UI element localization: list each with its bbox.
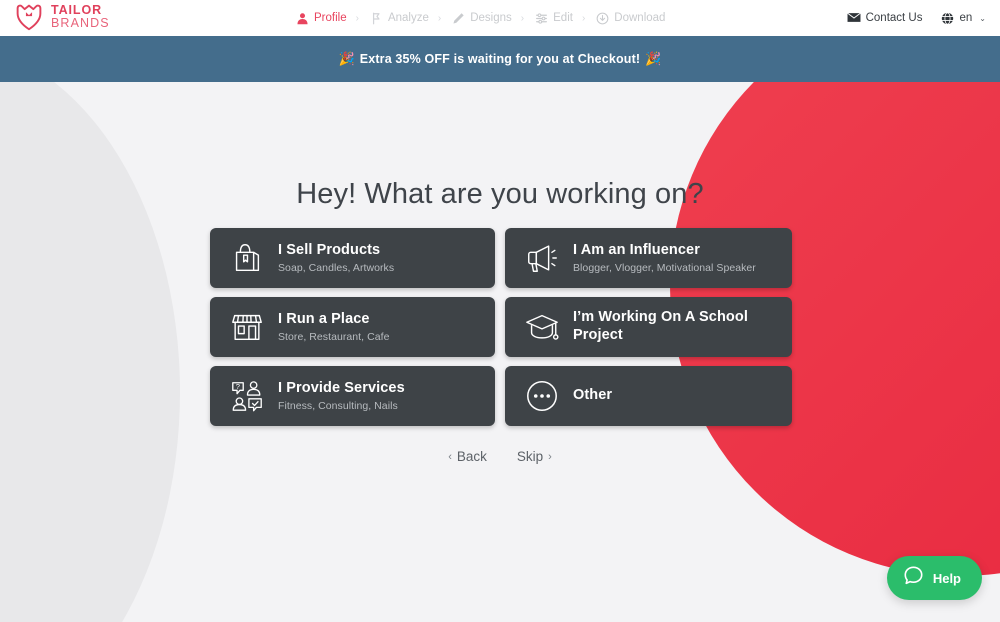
nav-item-profile[interactable]: Profile: [296, 12, 347, 25]
skip-label: Skip: [516, 449, 544, 464]
card-title: I Am an Influencer: [573, 242, 700, 259]
chevron-right-icon: ›: [548, 450, 552, 463]
card-subtitle: Fitness, Consulting, Nails: [278, 399, 398, 412]
category-card-other[interactable]: Other: [505, 366, 792, 426]
party-popper-icon-left: 🎉: [338, 51, 355, 66]
shopping-bag-icon: [226, 237, 268, 279]
page-title: Hey! What are you working on?: [296, 178, 704, 210]
nav-label-edit: Edit: [553, 12, 573, 24]
globe-icon: [941, 11, 954, 25]
card-title: I’m Working On A School Project: [573, 309, 748, 343]
onboarding-content: Hey! What are you working on? I Sell Pro…: [0, 82, 1000, 622]
promo-banner[interactable]: 🎉 Extra 35% OFF is waiting for you at Ch…: [0, 36, 1000, 82]
nav-item-edit[interactable]: Edit: [535, 12, 573, 25]
party-popper-icon-right: 🎉: [645, 51, 662, 66]
back-label: Back: [456, 449, 487, 464]
card-title: I Run a Place: [278, 311, 370, 328]
category-card-school-project[interactable]: I’m Working On A School Project: [505, 297, 792, 357]
language-label: en: [959, 12, 973, 24]
chevron-left-icon: ‹: [448, 450, 452, 463]
ellipsis-circle-icon: [521, 375, 563, 417]
nav-item-analyze[interactable]: Analyze: [370, 12, 429, 25]
category-card-influencer[interactable]: I Am an Influencer Blogger, Vlogger, Mot…: [505, 228, 792, 288]
category-card-provide-services[interactable]: ? I Provide Services Fitness, Consulting…: [210, 366, 495, 426]
skip-button[interactable]: Skip ›: [517, 449, 552, 464]
nav-label-profile: Profile: [314, 12, 347, 24]
flag-icon: [370, 12, 383, 25]
envelope-icon: [846, 12, 861, 25]
sliders-icon: [535, 12, 548, 25]
graduation-cap-icon: [521, 306, 563, 348]
storefront-icon: [226, 306, 268, 348]
megaphone-icon: [521, 237, 563, 279]
download-icon: [596, 12, 609, 25]
card-subtitle: Store, Restaurant, Cafe: [278, 330, 390, 343]
nav-label-analyze: Analyze: [387, 12, 429, 24]
nav-label-designs: Designs: [470, 12, 512, 24]
brand-line-2: BRANDS: [51, 16, 110, 30]
nav-separator: ›: [437, 12, 442, 24]
nav-separator: ›: [520, 12, 525, 24]
chevron-down-icon: ⌄: [979, 13, 986, 23]
top-navigation-bar: TAILOR BRANDS Profile › Analyze › Design…: [0, 0, 1000, 36]
nav-label-download: Download: [614, 12, 666, 24]
help-label: Help: [932, 570, 961, 586]
nav-separator: ›: [581, 12, 586, 24]
promo-banner-text: Extra 35% OFF is waiting for you at Chec…: [359, 52, 641, 66]
card-text-block: I Provide Services Fitness, Consulting, …: [278, 380, 405, 412]
nav-item-download[interactable]: Download: [596, 12, 665, 25]
card-text-block: Other: [573, 387, 612, 405]
card-text-block: I Sell Products Soap, Candles, Artworks: [278, 242, 394, 274]
contact-us-link[interactable]: Contact Us: [846, 12, 923, 25]
nav-item-designs[interactable]: Designs: [452, 12, 512, 25]
help-button[interactable]: Help: [886, 556, 982, 600]
contact-us-label: Contact Us: [865, 12, 923, 24]
content-stage: Hey! What are you working on? I Sell Pro…: [0, 82, 1000, 622]
chat-bubble-icon: [903, 565, 924, 591]
wizard-pagination: ‹ Back Skip ›: [0, 449, 1000, 464]
category-card-grid: I Sell Products Soap, Candles, Artworks: [210, 228, 792, 426]
category-card-run-a-place[interactable]: I Run a Place Store, Restaurant, Cafe: [210, 297, 495, 357]
language-selector[interactable]: en ⌄: [941, 11, 986, 25]
card-text-block: I’m Working On A School Project: [573, 309, 782, 344]
svg-text:?: ?: [236, 382, 240, 391]
tailor-brands-crown-heart-logo-icon: [14, 3, 44, 31]
card-subtitle: Blogger, Vlogger, Motivational Speaker: [573, 261, 756, 274]
back-button[interactable]: ‹ Back: [448, 449, 487, 464]
card-title: I Sell Products: [278, 242, 381, 259]
category-card-sell-products[interactable]: I Sell Products Soap, Candles, Artworks: [210, 228, 495, 288]
header-right-actions: Contact Us en ⌄: [846, 0, 986, 36]
brand-logo-text: TAILOR BRANDS: [51, 4, 110, 30]
card-title: Other: [573, 387, 613, 404]
brand-logo[interactable]: TAILOR BRANDS: [14, 3, 110, 31]
card-text-block: I Am an Influencer Blogger, Vlogger, Mot…: [573, 242, 756, 274]
step-navigation: Profile › Analyze › Designs › Edit › Dow…: [296, 0, 665, 36]
page-root: TAILOR BRANDS Profile › Analyze › Design…: [0, 0, 1000, 622]
user-icon: [296, 12, 309, 25]
nav-separator: ›: [355, 12, 359, 24]
people-qa-icon: ?: [226, 375, 268, 417]
pencil-icon: [452, 12, 465, 25]
card-subtitle: Soap, Candles, Artworks: [278, 261, 395, 274]
card-title: I Provide Services: [278, 380, 405, 397]
card-text-block: I Run a Place Store, Restaurant, Cafe: [278, 311, 389, 343]
